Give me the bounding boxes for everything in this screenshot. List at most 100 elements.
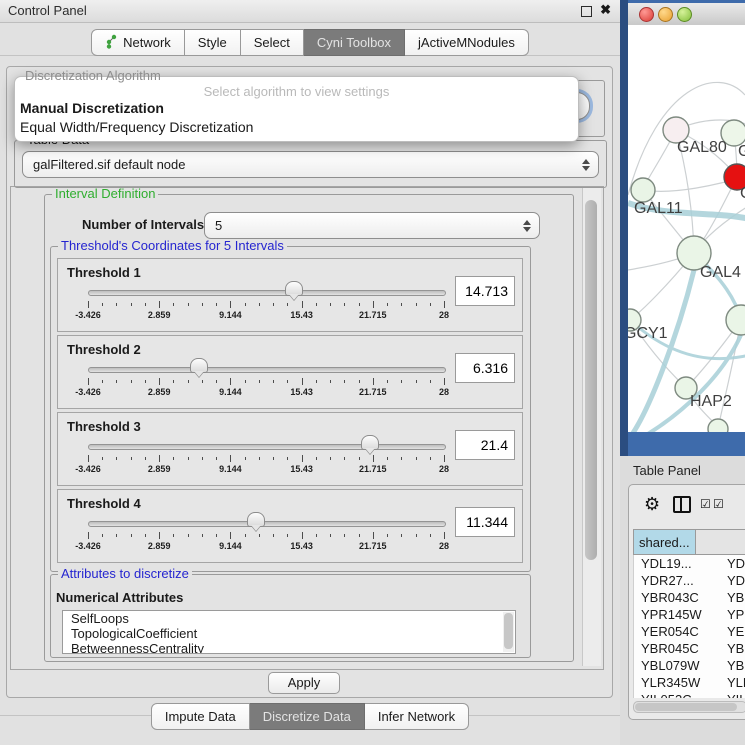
table-row[interactable]: YLR345WYLR3 <box>634 674 745 691</box>
slider-tick <box>102 457 103 460</box>
number-of-intervals-combobox[interactable]: 5 <box>204 212 540 239</box>
attribute-list-item[interactable]: TopologicalCoefficient <box>63 626 515 641</box>
threshold-value-field[interactable] <box>455 507 515 537</box>
slider-thumb[interactable] <box>361 435 379 450</box>
slider-tick <box>145 380 146 383</box>
slider-track[interactable] <box>88 290 446 296</box>
cell-shared-name: YLR345W <box>634 674 718 691</box>
node-label-gal80: GAL80 <box>677 139 727 156</box>
float-window-icon[interactable] <box>581 6 592 17</box>
cell-name: YDR2 <box>718 572 745 589</box>
list-scrollbar[interactable] <box>503 612 514 652</box>
slider-tick-label: 28 <box>439 387 449 397</box>
apply-button[interactable]: Apply <box>268 672 340 694</box>
slider-thumb[interactable] <box>285 281 303 296</box>
split-columns-icon[interactable] <box>673 496 691 513</box>
slider-tick <box>416 303 417 306</box>
attribute-list-item[interactable]: SelfLoops <box>63 611 515 626</box>
select-columns-checkbox-icon[interactable]: ☑ <box>713 498 724 510</box>
slider-tick <box>102 380 103 383</box>
mac-zoom-button[interactable] <box>677 7 692 22</box>
slider-thumb[interactable] <box>247 512 265 527</box>
slider-tick <box>216 534 217 537</box>
tab-discretize-data[interactable]: Discretize Data <box>250 703 365 730</box>
table-row[interactable]: YER054CYER0 <box>634 623 745 640</box>
slider-tick <box>302 301 303 308</box>
table-row[interactable]: YBL079WYBL0 <box>634 657 745 674</box>
slider-tick-label: 15.43 <box>290 310 313 320</box>
tab-impute-data[interactable]: Impute Data <box>151 703 250 730</box>
threshold-label: Threshold 3 <box>67 419 141 434</box>
tab-jactivemnodules[interactable]: jActiveMNodules <box>405 29 529 56</box>
slider-tick-label: 9.144 <box>219 310 242 320</box>
vertical-scrollbar-thumb[interactable] <box>585 200 597 560</box>
slider-ticks <box>88 301 444 309</box>
threshold-value-field[interactable] <box>455 353 515 383</box>
list-scrollbar-thumb[interactable] <box>504 613 513 649</box>
slider-tick <box>344 380 345 383</box>
horizontal-scrollbar[interactable] <box>633 701 745 713</box>
table-row[interactable]: YIL052CYIL0 <box>634 691 745 698</box>
node-label-hap2: HAP2 <box>690 393 732 410</box>
slider-tick-label: 2.859 <box>148 310 171 320</box>
network-canvas[interactable]: GAL80 G C GAL11 GAL4 GCY1 H HAP2 <box>628 25 745 432</box>
threshold-value-field[interactable] <box>455 430 515 460</box>
network-node[interactable] <box>708 419 728 432</box>
mac-close-button[interactable] <box>639 7 654 22</box>
table-row[interactable]: YDR27...YDR2 <box>634 572 745 589</box>
slider-tick <box>302 532 303 539</box>
slider-tick-label: 9.144 <box>219 387 242 397</box>
cell-name: YDL1 <box>718 555 745 572</box>
slider-tick <box>387 457 388 460</box>
tab-select[interactable]: Select <box>241 29 304 56</box>
horizontal-scrollbar-thumb[interactable] <box>635 703 737 711</box>
close-icon[interactable]: ✖ <box>600 2 611 18</box>
tab-style[interactable]: Style <box>185 29 241 56</box>
tab-network[interactable]: Network <box>91 29 185 56</box>
slider-tick <box>344 457 345 460</box>
slider-track[interactable] <box>88 521 446 527</box>
slider-tick <box>359 534 360 537</box>
slider-tick <box>259 534 260 537</box>
threshold-value-field[interactable] <box>455 276 515 306</box>
network-window-titlebar[interactable] <box>628 3 745 26</box>
network-node-h[interactable] <box>726 305 745 335</box>
slider-track[interactable] <box>88 444 446 450</box>
slider-tick <box>159 455 160 462</box>
algorithm-option[interactable]: Manual Discretization <box>18 99 575 118</box>
slider-tick <box>245 534 246 537</box>
table-row[interactable]: YDL19...YDL1 <box>634 555 745 572</box>
slider-tick-label: 28 <box>439 464 449 474</box>
cell-shared-name: YDL19... <box>634 555 718 572</box>
slider-thumb[interactable] <box>190 358 208 373</box>
numerical-attributes-list[interactable]: SelfLoopsTopologicalCoefficientBetweenne… <box>62 610 516 654</box>
cell-shared-name: YPR145W <box>634 606 718 623</box>
mac-minimize-button[interactable] <box>658 7 673 22</box>
table-row[interactable]: YPR145WYPR1 <box>634 606 745 623</box>
slider-tick <box>116 303 117 306</box>
slider-tick <box>359 380 360 383</box>
slider-ticks <box>88 378 444 386</box>
table-row[interactable]: YBR045CYBR0 <box>634 640 745 657</box>
select-all-checkbox-icon[interactable]: ☑ <box>700 498 711 510</box>
network-node-gal11[interactable] <box>631 178 655 202</box>
table-panel-title: Table Panel <box>633 463 701 478</box>
tab-label: Style <box>198 35 227 50</box>
settings-gear-icon[interactable]: ⚙ <box>644 495 660 513</box>
slider-tick <box>401 303 402 306</box>
slider-tick-label: 15.43 <box>290 541 313 551</box>
slider-tick <box>259 303 260 306</box>
cell-name: YIL0 <box>718 691 745 698</box>
tab-infer-network[interactable]: Infer Network <box>365 703 469 730</box>
attribute-list-item[interactable]: BetweennessCentrality <box>63 641 515 654</box>
column-header-shared-name[interactable]: shared... <box>633 529 696 555</box>
slider-tick-label: 9.144 <box>219 541 242 551</box>
slider-tick <box>245 457 246 460</box>
slider-track[interactable] <box>88 367 446 373</box>
numerical-attributes-label: Numerical Attributes <box>56 590 183 605</box>
column-header-name[interactable]: n <box>696 529 745 555</box>
algorithm-option[interactable]: Equal Width/Frequency Discretization <box>18 118 575 137</box>
table-row[interactable]: YBR043CYBR0 <box>634 589 745 606</box>
tab-cyni-toolbox[interactable]: Cyni Toolbox <box>304 29 405 56</box>
tab-label: Cyni Toolbox <box>317 35 391 50</box>
